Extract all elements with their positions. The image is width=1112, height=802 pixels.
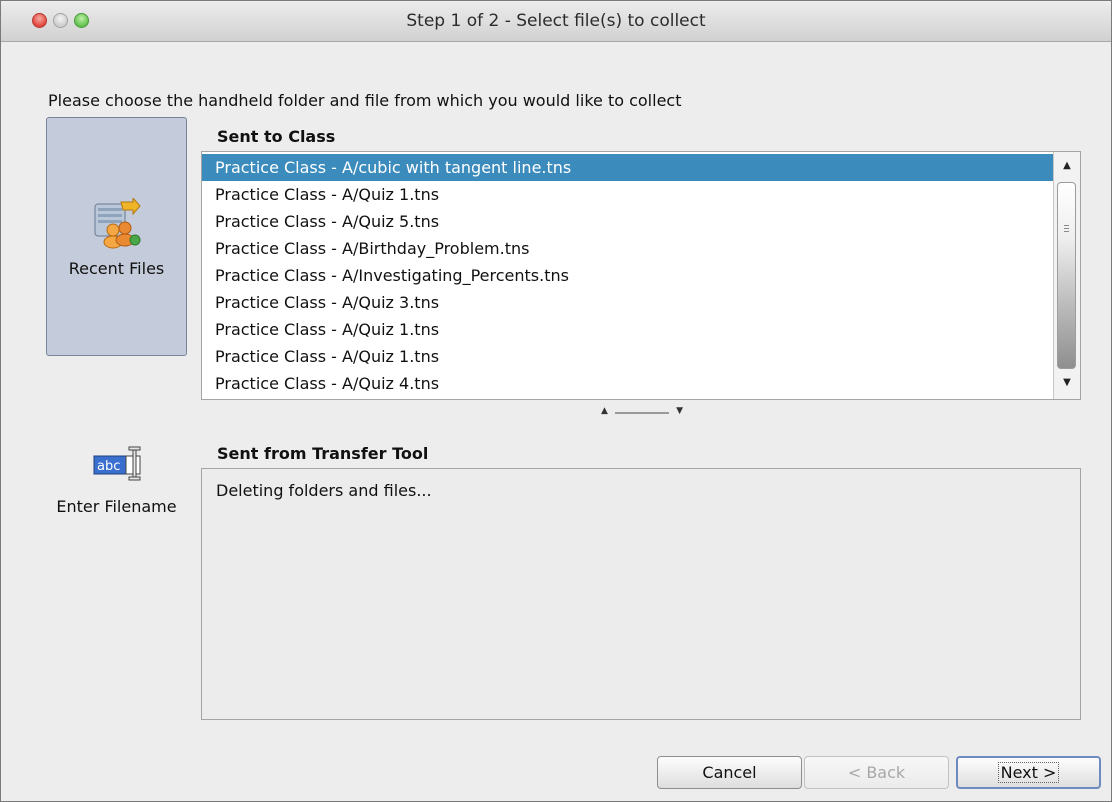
list-item[interactable]: Practice Class - A/Investigating_Percent… xyxy=(202,262,1053,289)
status-message: Deleting folders and files... xyxy=(216,481,432,500)
split-expand-up-icon[interactable]: ▲ xyxy=(601,406,608,416)
enter-filename-label[interactable]: Enter Filename xyxy=(46,497,187,516)
scroll-down-arrow-icon[interactable]: ▼ xyxy=(1054,371,1080,395)
list-item[interactable]: Practice Class - A/Quiz 3.tns xyxy=(202,289,1053,316)
next-button-label: Next > xyxy=(997,762,1060,783)
scrollbar-thumb[interactable] xyxy=(1057,182,1076,369)
sent-to-class-file-list[interactable]: Practice Class - A/cubic with tangent li… xyxy=(201,151,1081,400)
title-bar: Step 1 of 2 - Select file(s) to collect xyxy=(1,1,1111,42)
file-list-rows: Practice Class - A/cubic with tangent li… xyxy=(202,154,1053,397)
instruction-text: Please choose the handheld folder and fi… xyxy=(48,91,682,110)
back-button[interactable]: < Back xyxy=(804,756,949,789)
sent-from-transfer-tool-label: Sent from Transfer Tool xyxy=(217,444,429,463)
window-title: Step 1 of 2 - Select file(s) to collect xyxy=(406,11,706,31)
recent-files-button[interactable]: Recent Files xyxy=(46,117,187,356)
list-item[interactable]: Practice Class - A/Quiz 1.tns xyxy=(202,316,1053,343)
list-item[interactable]: Practice Class - A/Birthday_Problem.tns xyxy=(202,235,1053,262)
next-button[interactable]: Next > xyxy=(956,756,1101,789)
text-field-cursor-icon[interactable]: abc xyxy=(93,446,145,482)
scroll-up-arrow-icon[interactable]: ▲ xyxy=(1054,154,1080,178)
grip-icon xyxy=(1064,225,1069,234)
back-button-label: < Back xyxy=(847,763,906,782)
collect-files-dialog: Step 1 of 2 - Select file(s) to collect … xyxy=(0,0,1112,802)
list-item[interactable]: Practice Class - A/cubic with tangent li… xyxy=(202,154,1053,181)
list-item[interactable]: Practice Class - A/Quiz 4.tns xyxy=(202,370,1053,397)
split-expand-down-icon[interactable]: ▼ xyxy=(676,406,683,416)
transfer-tool-file-list[interactable]: Deleting folders and files... xyxy=(201,468,1081,720)
split-divider-line xyxy=(615,412,669,414)
recent-files-label: Recent Files xyxy=(68,259,165,278)
svg-text:abc: abc xyxy=(97,459,120,474)
cancel-button[interactable]: Cancel xyxy=(657,756,802,789)
sent-to-class-label: Sent to Class xyxy=(217,127,336,146)
split-pane-divider[interactable]: ▲ ▼ xyxy=(601,406,683,420)
vertical-scrollbar[interactable]: ▲ ▼ xyxy=(1053,152,1080,399)
cancel-button-label: Cancel xyxy=(702,763,757,782)
list-item[interactable]: Practice Class - A/Quiz 1.tns xyxy=(202,181,1053,208)
list-item[interactable]: Practice Class - A/Quiz 5.tns xyxy=(202,208,1053,235)
recent-files-icon xyxy=(94,198,141,249)
list-item[interactable]: Practice Class - A/Quiz 1.tns xyxy=(202,343,1053,370)
